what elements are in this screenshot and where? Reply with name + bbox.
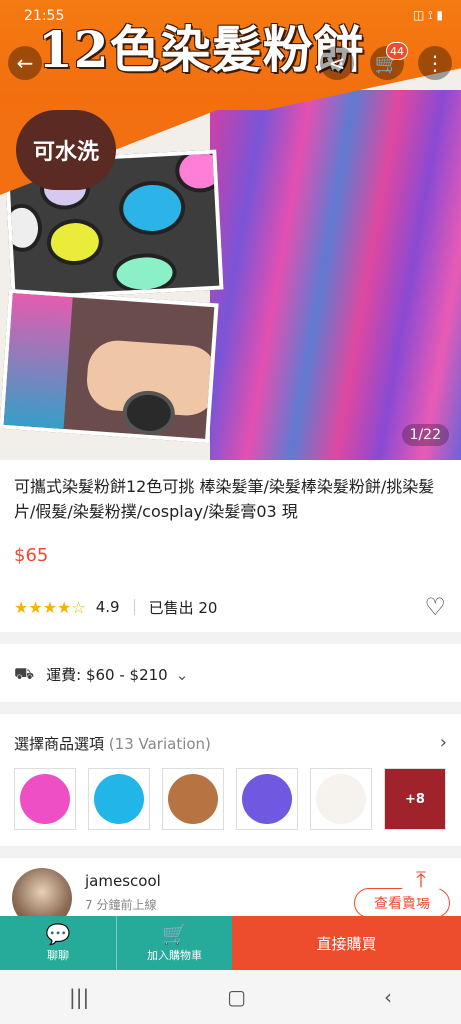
variation-header[interactable]: 選擇商品選項 (13 Variation): [14, 733, 211, 754]
cart-badge: 44: [386, 42, 408, 60]
scroll-to-top-icon[interactable]: ⤒: [400, 862, 442, 898]
swatch-item[interactable]: [88, 768, 150, 830]
system-nav-bar: ||| ▢ ‹: [0, 970, 461, 1024]
swatch-item[interactable]: [14, 768, 76, 830]
washable-badge: 可水洗: [16, 110, 116, 190]
chat-bubble-icon: 💬: [45, 922, 71, 946]
truck-icon: ⛟: [14, 664, 35, 683]
section-gap: [0, 846, 461, 858]
chevron-down-icon: ⌄: [175, 665, 189, 684]
add-to-cart-button[interactable]: 🛒 加入購物車: [116, 916, 232, 970]
bottom-action-bar: 💬 聊聊 🛒 加入購物車 直接購買: [0, 916, 461, 970]
more-vertical-icon: ⋮: [425, 51, 445, 75]
back-button[interactable]: ←: [8, 46, 42, 80]
swatch-more-label: +8: [405, 791, 425, 807]
status-icons: ◫ ⟟ ▮: [412, 8, 443, 22]
shipping-row[interactable]: ⛟ 運費: $60 - $210 ⌄: [14, 664, 188, 685]
chat-button[interactable]: 💬 聊聊: [0, 916, 116, 970]
rating-value: 4.9: [95, 598, 120, 616]
favorite-heart-icon[interactable]: ♡: [424, 593, 446, 621]
product-title: 可攜式染髮粉餅12色可挑 棒染髮筆/染髮棒染髮粉餅/挑染髮片/假髮/染髮粉撲/c…: [14, 477, 435, 521]
add-to-cart-label: 加入購物車: [147, 949, 202, 962]
status-time: 21:55: [24, 8, 65, 24]
back-arrow-icon: ←: [16, 51, 34, 75]
add-cart-icon: 🛒: [162, 922, 187, 946]
swatch-more[interactable]: +8: [384, 768, 446, 830]
buy-now-button[interactable]: 直接購買: [232, 916, 461, 970]
more-button[interactable]: ⋮: [418, 46, 452, 80]
swatch-item[interactable]: [162, 768, 224, 830]
system-back-icon[interactable]: ‹: [384, 985, 392, 1009]
seller-section: jamescool 7 分鐘前上線 查看賣場: [0, 858, 461, 928]
product-price: $65: [14, 545, 49, 566]
hair-photo: [210, 90, 461, 460]
share-icon: ⋖: [328, 51, 346, 75]
swatch-color: [316, 774, 366, 824]
status-bar: 21:55 ◫ ⟟ ▮: [0, 0, 461, 30]
chalk-application-photo: [0, 288, 219, 444]
seller-name[interactable]: jamescool: [85, 872, 161, 890]
chevron-right-icon[interactable]: ›: [440, 732, 447, 753]
variation-count: (13 Variation): [108, 735, 211, 753]
section-gap: [0, 632, 461, 644]
recent-apps-icon[interactable]: |||: [69, 985, 89, 1009]
sold-count: 已售出 20: [148, 598, 218, 617]
rating-stars-icon: ★★★★☆: [14, 597, 86, 617]
divider: [133, 599, 135, 615]
chat-label: 聊聊: [47, 949, 69, 962]
section-gap: [0, 702, 461, 714]
swatch-color: [20, 774, 70, 824]
image-page-indicator: 1/22: [401, 424, 449, 446]
share-button[interactable]: ⋖: [320, 46, 354, 80]
variation-swatches: +8: [14, 768, 446, 830]
home-icon[interactable]: ▢: [227, 985, 246, 1009]
shipping-label: 運費: $60 - $210: [46, 666, 168, 684]
swatch-item[interactable]: [236, 768, 298, 830]
swatch-color: [94, 774, 144, 824]
swatch-color: [242, 774, 292, 824]
variation-label: 選擇商品選項: [14, 735, 105, 753]
swatch-item[interactable]: [310, 768, 372, 830]
rating-row: ★★★★☆ 4.9 已售出 20 ♡: [14, 593, 446, 621]
swatch-color: [168, 774, 218, 824]
seller-status: 7 分鐘前上線: [85, 898, 157, 912]
